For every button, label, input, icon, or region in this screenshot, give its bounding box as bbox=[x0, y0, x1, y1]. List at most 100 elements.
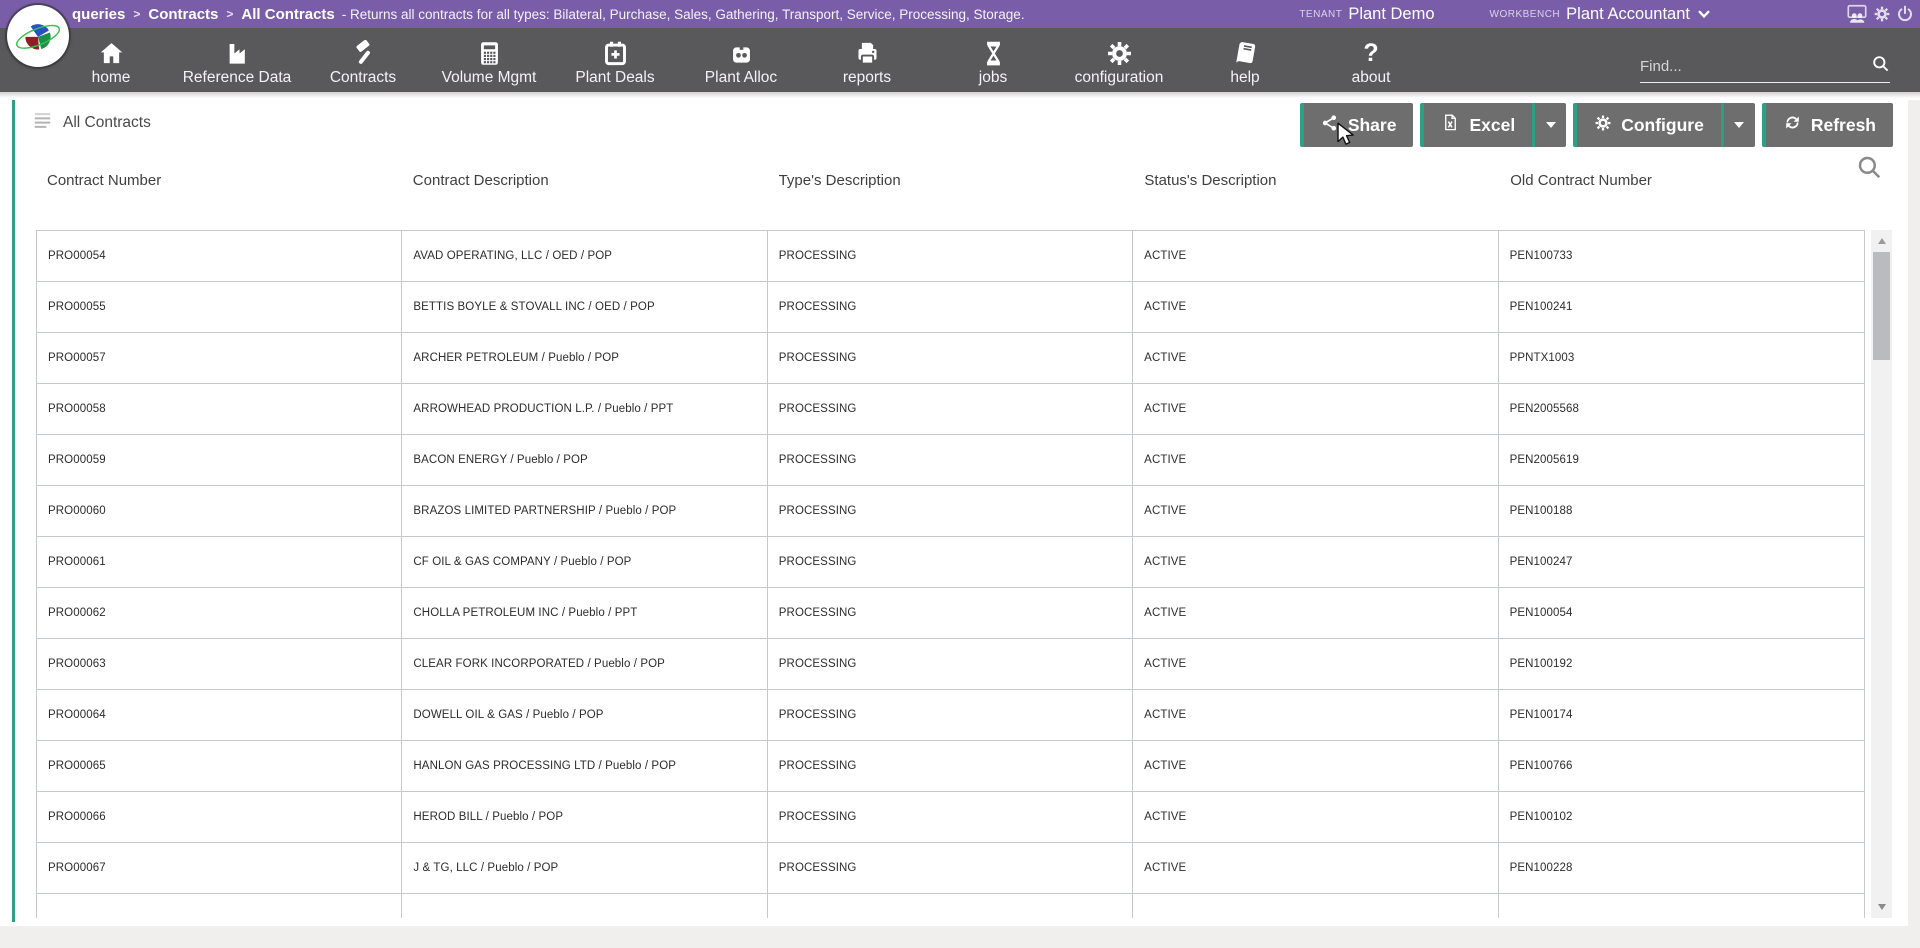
table-row[interactable]: PRO00067J & TG, LLC / Pueblo / POPPROCES… bbox=[37, 843, 1864, 894]
app-window: queries > Contracts > All Contracts - Re… bbox=[0, 0, 1920, 948]
chevron-right-icon: > bbox=[226, 7, 233, 21]
table-cell: PROCESSING bbox=[768, 435, 1133, 485]
calculator-icon bbox=[476, 37, 503, 69]
table-row[interactable]: PRO00054AVAD OPERATING, LLC / OED / POP P… bbox=[37, 231, 1864, 282]
table-cell: CLEAR FORK INCORPORATED / Pueblo / POP bbox=[402, 639, 767, 689]
table-cell: CHOLLA PETROLEUM INC / Pueblo / PPT bbox=[402, 588, 767, 638]
column-header[interactable]: Status's Description bbox=[1133, 172, 1499, 189]
table-row[interactable]: PRO00055BETTIS BOYLE & STOVALL INC / OED… bbox=[37, 282, 1864, 333]
table-cell: PROCESSING bbox=[768, 639, 1133, 689]
table-row[interactable]: PRO00065HANLON GAS PROCESSING LTD / Pueb… bbox=[37, 741, 1864, 792]
nav-item-volume-mgmt[interactable]: Volume Mgmt bbox=[426, 28, 552, 92]
table-cell: PEN100228 bbox=[1499, 843, 1864, 893]
table-cell: PPNTX1003 bbox=[1499, 333, 1864, 383]
column-header[interactable]: Old Contract Number bbox=[1499, 172, 1865, 189]
scroll-up-arrow-icon[interactable] bbox=[1871, 232, 1892, 250]
gear-icon bbox=[1106, 37, 1133, 69]
vertical-scrollbar[interactable] bbox=[1871, 230, 1892, 918]
table-row[interactable]: PRO00064DOWELL OIL & GAS / Pueblo / POPP… bbox=[37, 690, 1864, 741]
table-cell: PEN100247 bbox=[1499, 537, 1864, 587]
table-row-partial[interactable] bbox=[37, 894, 1864, 918]
table-cell bbox=[402, 894, 767, 918]
power-icon[interactable] bbox=[1896, 5, 1914, 23]
tenant-label: TENANT bbox=[1299, 9, 1342, 20]
nav-item-contracts[interactable]: Contracts bbox=[300, 28, 426, 92]
table-row[interactable]: PRO00060BRAZOS LIMITED PARTNERSHIP / Pue… bbox=[37, 486, 1864, 537]
configure-button[interactable]: Configure bbox=[1577, 103, 1721, 147]
table-cell: ACTIVE bbox=[1133, 588, 1498, 638]
column-header[interactable]: Contract Description bbox=[402, 172, 768, 189]
scrollbar-thumb[interactable] bbox=[1873, 252, 1890, 360]
table-cell: ACTIVE bbox=[1133, 537, 1498, 587]
users-presentation-icon[interactable] bbox=[1846, 3, 1868, 25]
configure-button-group: Configure bbox=[1573, 103, 1755, 147]
table-row[interactable]: PRO00059BACON ENERGY / Pueblo / POPPROCE… bbox=[37, 435, 1864, 486]
table-cell: ACTIVE bbox=[1133, 435, 1498, 485]
table-cell: PEN100188 bbox=[1499, 486, 1864, 536]
nav-item-reports[interactable]: reports bbox=[804, 28, 930, 92]
table-row[interactable]: PRO00063CLEAR FORK INCORPORATED / Pueblo… bbox=[37, 639, 1864, 690]
gear-icon[interactable] bbox=[1873, 5, 1891, 23]
table-cell: ARROWHEAD PRODUCTION L.P. / Pueblo / PPT bbox=[402, 384, 767, 434]
table-row[interactable]: PRO00058ARROWHEAD PRODUCTION L.P. / Pueb… bbox=[37, 384, 1864, 435]
nav-item-help[interactable]: help bbox=[1182, 28, 1308, 92]
orbit-sphere-icon bbox=[11, 9, 65, 63]
table-cell: PRO00060 bbox=[37, 486, 402, 536]
nav-item-plant-deals[interactable]: Plant Deals bbox=[552, 28, 678, 92]
breadcrumb-contracts[interactable]: Contracts bbox=[148, 6, 218, 23]
chevron-down-icon[interactable] bbox=[1697, 7, 1711, 21]
table-cell: PRO00065 bbox=[37, 741, 402, 791]
nav-item-configuration[interactable]: configuration bbox=[1056, 28, 1182, 92]
table-row[interactable]: PRO00061CF OIL & GAS COMPANY / Pueblo / … bbox=[37, 537, 1864, 588]
table-cell: PROCESSING bbox=[768, 843, 1133, 893]
search-icon[interactable] bbox=[1871, 54, 1890, 78]
breadcrumb-queries[interactable]: queries bbox=[72, 6, 125, 23]
table-cell: PROCESSING bbox=[768, 588, 1133, 638]
column-header[interactable]: Contract Number bbox=[36, 172, 402, 189]
table-row[interactable]: PRO00066HEROD BILL / Pueblo / POPPROCESS… bbox=[37, 792, 1864, 843]
excel-button[interactable]: Excel bbox=[1424, 103, 1532, 147]
tenant-value: Plant Demo bbox=[1348, 5, 1434, 24]
table-cell: PROCESSING bbox=[768, 690, 1133, 740]
nav-item-plant-alloc[interactable]: Plant Alloc bbox=[678, 28, 804, 92]
configure-dropdown-button[interactable] bbox=[1721, 103, 1755, 147]
table-cell: CF OIL & GAS COMPANY / Pueblo / POP bbox=[402, 537, 767, 587]
main-nav: home Reference Data Contracts bbox=[0, 28, 1920, 92]
column-header[interactable]: Type's Description bbox=[768, 172, 1134, 189]
table-cell: PEN100241 bbox=[1499, 282, 1864, 332]
table-cell: ACTIVE bbox=[1133, 639, 1498, 689]
scroll-down-arrow-icon[interactable] bbox=[1871, 898, 1892, 916]
table-cell: PROCESSING bbox=[768, 333, 1133, 383]
topbar-right: TENANT Plant Demo WORKBENCH Plant Accoun… bbox=[1299, 0, 1914, 28]
nav-item-jobs[interactable]: jobs bbox=[930, 28, 1056, 92]
table-cell: PROCESSING bbox=[768, 537, 1133, 587]
gear-icon bbox=[1594, 114, 1612, 137]
table-cell: PRO00054 bbox=[37, 231, 402, 281]
chevron-right-icon: > bbox=[133, 7, 140, 21]
table-cell: PRO00066 bbox=[37, 792, 402, 842]
table-cell: AVAD OPERATING, LLC / OED / POP bbox=[402, 231, 767, 281]
breadcrumb-all-contracts[interactable]: All Contracts bbox=[241, 6, 334, 23]
table-cell: PEN100174 bbox=[1499, 690, 1864, 740]
table-cell: PEN100733 bbox=[1499, 231, 1864, 281]
content-card: All Contracts Share bbox=[12, 100, 1908, 922]
workbench-selector[interactable]: Plant Accountant bbox=[1566, 5, 1690, 24]
find-input[interactable] bbox=[1640, 58, 1871, 75]
refresh-button[interactable]: Refresh bbox=[1762, 103, 1893, 147]
table-cell: PRO00067 bbox=[37, 843, 402, 893]
table-cell: ACTIVE bbox=[1133, 792, 1498, 842]
breadcrumb: queries > Contracts > All Contracts - Re… bbox=[72, 0, 1025, 28]
nav-item-about[interactable]: ? about bbox=[1308, 28, 1434, 92]
table-row[interactable]: PRO00062CHOLLA PETROLEUM INC / Pueblo / … bbox=[37, 588, 1864, 639]
contracts-table: PRO00054AVAD OPERATING, LLC / OED / POPP… bbox=[36, 230, 1865, 918]
excel-dropdown-button[interactable] bbox=[1532, 103, 1566, 147]
table-cell: PRO00055 bbox=[37, 282, 402, 332]
table-cell: HEROD BILL / Pueblo / POP bbox=[402, 792, 767, 842]
table-row[interactable]: PRO00057ARCHER PETROLEUM / Pueblo / POPP… bbox=[37, 333, 1864, 384]
nav-item-reference-data[interactable]: Reference Data bbox=[174, 28, 300, 92]
find-search bbox=[1640, 54, 1890, 83]
table-cell: PEN100192 bbox=[1499, 639, 1864, 689]
table-cell: ACTIVE bbox=[1133, 333, 1498, 383]
table-cell: PEN100054 bbox=[1499, 588, 1864, 638]
share-button[interactable]: Share bbox=[1300, 103, 1414, 147]
